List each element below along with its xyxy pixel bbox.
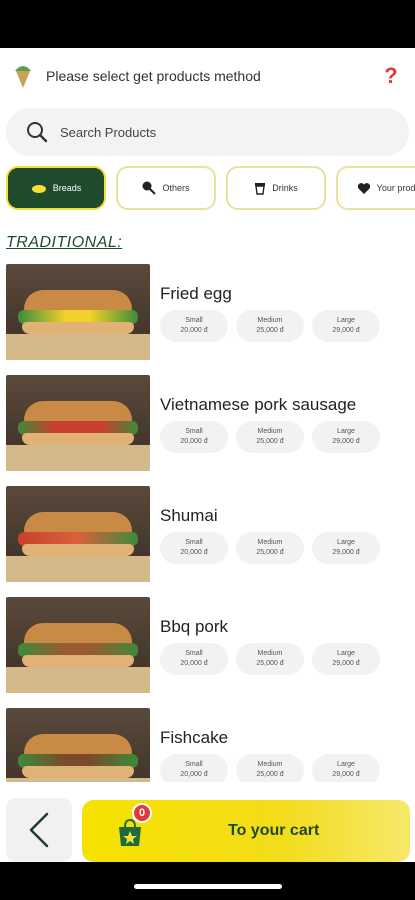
size-label: Small [185, 539, 203, 546]
back-button[interactable] [6, 798, 72, 862]
size-label: Medium [257, 428, 283, 435]
size-options: Small 20,000 đ Medium 25,000 đ Large 29,000… [160, 643, 380, 675]
size-label: Large [337, 761, 355, 768]
section-title: TRADITIONAL: [6, 234, 123, 251]
size-label: Large [337, 428, 355, 435]
drumstick-icon [142, 181, 157, 195]
product-card[interactable]: Bbq pork Small 20,000 đ Medium 25,000 đ La… [6, 595, 410, 695]
product-name: Fishcake [160, 728, 229, 747]
size-label: Small [185, 317, 203, 324]
size-label: Small [185, 650, 203, 657]
category-tabs: Breads Others Drinks Your prod [6, 166, 415, 210]
size-large-button[interactable]: Large 29,000 đ [312, 532, 380, 564]
product-card[interactable]: Fishcake Small 20,000 đ Medium 25,000 đ La… [6, 706, 410, 782]
tab-drinks[interactable]: Drinks [226, 166, 326, 210]
size-small-button[interactable]: Small 20,000 đ [160, 754, 228, 782]
size-medium-button[interactable]: Medium 25,000 đ [236, 754, 304, 782]
product-list[interactable]: Fried egg Small 20,000 đ Medium 25,000 đ L… [0, 262, 415, 782]
product-name: Bbq pork [160, 617, 229, 636]
size-price: 20,000 đ [180, 327, 208, 334]
size-large-button[interactable]: Large 29,000 đ [312, 310, 380, 342]
size-small-button[interactable]: Small 20,000 đ [160, 643, 228, 675]
size-label: Medium [257, 317, 283, 324]
product-name: Fried egg [160, 284, 232, 303]
size-medium-button[interactable]: Medium 25,000 đ [236, 310, 304, 342]
product-image [6, 486, 150, 582]
product-card[interactable]: Vietnamese pork sausage Small 20,000 đ Me… [6, 373, 410, 473]
cup-icon [255, 183, 266, 195]
size-small-button[interactable]: Small 20,000 đ [160, 532, 228, 564]
bottom-bar: 0 To your cart [0, 790, 415, 862]
size-label: Small [185, 428, 203, 435]
top-bar: Please select get products method ? [0, 48, 415, 104]
status-bar [0, 0, 415, 48]
size-price: 20,000 đ [180, 549, 208, 556]
size-price: 25,000 đ [256, 660, 284, 667]
tab-your-products[interactable]: Your prod [336, 166, 415, 210]
product-name: Vietnamese pork sausage [160, 395, 357, 414]
size-price: 25,000 đ [256, 438, 284, 445]
heart-icon [357, 182, 370, 194]
to-cart-button[interactable]: 0 To your cart [82, 800, 410, 862]
search-bar[interactable] [6, 108, 409, 156]
size-small-button[interactable]: Small 20,000 đ [160, 421, 228, 453]
chevron-left-icon [29, 812, 49, 848]
size-label: Medium [257, 761, 283, 768]
size-price: 29,000 đ [332, 438, 360, 445]
size-price: 25,000 đ [256, 549, 284, 556]
size-large-button[interactable]: Large 29,000 đ [312, 643, 380, 675]
product-card[interactable]: Fried egg Small 20,000 đ Medium 25,000 đ L… [6, 262, 410, 362]
home-indicator[interactable] [134, 884, 282, 889]
size-price: 29,000 đ [332, 771, 360, 778]
size-label: Large [337, 650, 355, 657]
size-price: 29,000 đ [332, 549, 360, 556]
tab-label: Your prod [376, 183, 415, 193]
size-label: Large [337, 539, 355, 546]
cart-icon: 0 [116, 803, 152, 846]
size-large-button[interactable]: Large 29,000 đ [312, 421, 380, 453]
product-image [6, 708, 150, 782]
tab-label: Drinks [272, 183, 298, 193]
tab-label: Breads [52, 183, 82, 193]
product-name: Shumai [160, 506, 218, 525]
size-price: 25,000 đ [256, 771, 284, 778]
size-options: Small 20,000 đ Medium 25,000 đ Large 29,000… [160, 421, 380, 453]
size-price: 29,000 đ [332, 327, 360, 334]
size-options: Small 20,000 đ Medium 25,000 đ Large 29,000… [160, 532, 380, 564]
product-image [6, 597, 150, 693]
size-options: Small 20,000 đ Medium 25,000 đ Large 29,000… [160, 310, 380, 342]
size-label: Large [337, 317, 355, 324]
product-card[interactable]: Shumai Small 20,000 đ Medium 25,000 đ Larg… [6, 484, 410, 584]
get-method-prompt[interactable]: Please select get products method [46, 68, 379, 84]
size-price: 20,000 đ [180, 438, 208, 445]
size-medium-button[interactable]: Medium 25,000 đ [236, 421, 304, 453]
size-price: 29,000 đ [332, 660, 360, 667]
size-label: Small [185, 761, 203, 768]
size-options: Small 20,000 đ Medium 25,000 đ Large 29,000… [160, 754, 380, 782]
size-small-button[interactable]: Small 20,000 đ [160, 310, 228, 342]
size-label: Medium [257, 650, 283, 657]
search-icon [27, 122, 48, 143]
product-image [6, 264, 150, 360]
bread-icon [31, 185, 46, 193]
tab-others[interactable]: Others [116, 166, 216, 210]
to-cart-label: To your cart [228, 822, 320, 839]
size-price: 20,000 đ [180, 660, 208, 667]
size-medium-button[interactable]: Medium 25,000 đ [236, 532, 304, 564]
system-nav-bar [0, 862, 415, 900]
cart-count-badge: 0 [132, 803, 152, 823]
product-image [6, 375, 150, 471]
tab-label: Others [162, 183, 190, 193]
size-large-button[interactable]: Large 29,000 đ [312, 754, 380, 782]
help-icon[interactable]: ? [379, 63, 403, 89]
search-input[interactable] [60, 124, 360, 140]
size-label: Medium [257, 539, 283, 546]
size-medium-button[interactable]: Medium 25,000 đ [236, 643, 304, 675]
tab-breads[interactable]: Breads [6, 166, 106, 210]
logo-icon [12, 62, 34, 90]
size-price: 20,000 đ [180, 771, 208, 778]
size-price: 25,000 đ [256, 327, 284, 334]
